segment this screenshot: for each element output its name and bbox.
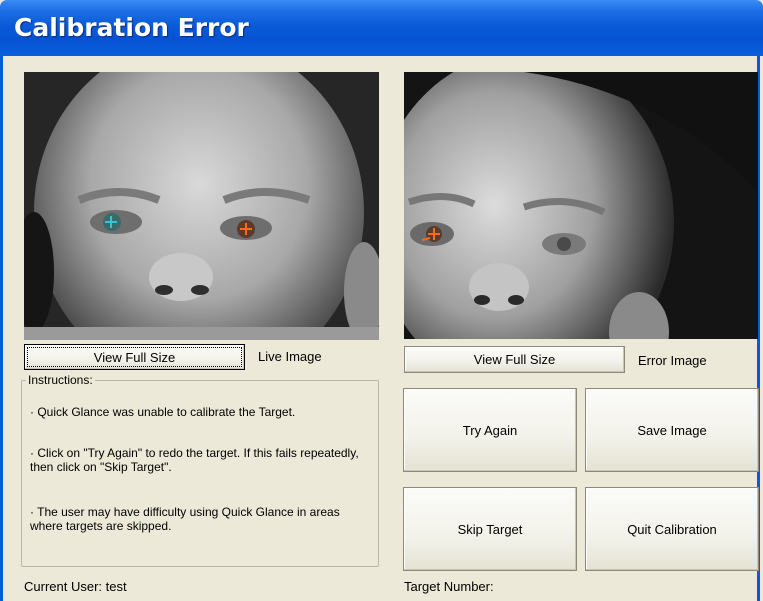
try-again-label: Try Again — [462, 422, 518, 438]
instruction-line-2: · Click on "Try Again" to redo the targe… — [30, 446, 359, 474]
instruction-line-3: · The user may have difficulty using Qui… — [30, 505, 340, 533]
skip-target-label: Skip Target — [457, 521, 523, 537]
save-image-label: Save Image — [637, 422, 707, 438]
error-view-full-size-label: View Full Size — [473, 352, 556, 367]
instruction-line-1: · Quick Glance was unable to calibrate t… — [30, 405, 296, 419]
live-view-full-size-button[interactable]: View Full Size — [24, 344, 245, 370]
current-user-label: Current User: test — [24, 579, 127, 594]
live-image — [24, 72, 379, 340]
quit-calibration-button[interactable]: Quit Calibration — [585, 487, 759, 571]
instructions-legend: Instructions: — [28, 373, 93, 387]
error-view-full-size-button[interactable]: View Full Size — [404, 346, 625, 373]
live-view-full-size-label: View Full Size — [93, 349, 176, 365]
quit-calibration-label: Quit Calibration — [627, 521, 717, 537]
error-image — [404, 72, 758, 339]
live-image-caption: Live Image — [258, 349, 322, 364]
save-image-button[interactable]: Save Image — [585, 388, 759, 472]
error-image-caption: Error Image — [638, 353, 707, 368]
window-title: Calibration Error — [14, 13, 249, 42]
skip-target-button[interactable]: Skip Target — [403, 487, 577, 571]
try-again-button[interactable]: Try Again — [403, 388, 577, 472]
title-bar[interactable]: Calibration Error — [0, 0, 763, 56]
target-number-label: Target Number: — [404, 579, 494, 594]
